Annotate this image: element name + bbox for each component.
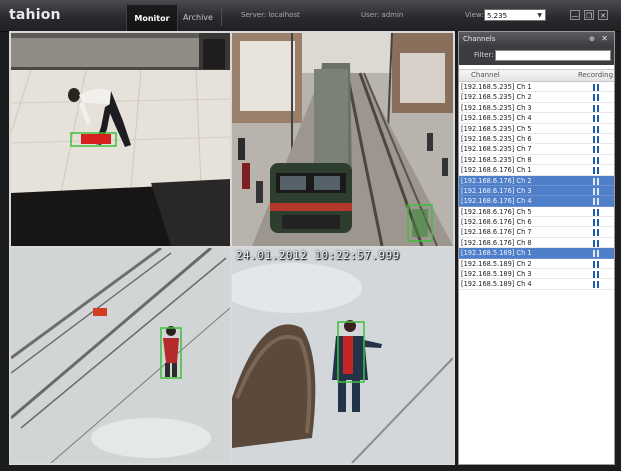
channel-label: [192.168.6.176] Ch 1 — [461, 166, 532, 175]
channel-label: [192.168.6.176] Ch 5 — [461, 207, 532, 216]
camera-view-1[interactable] — [11, 33, 230, 246]
channel-row[interactable]: [192.168.5.235] Ch 2 — [459, 92, 614, 103]
tab-monitor[interactable]: Monitor — [126, 4, 178, 32]
recording-bars-icon[interactable] — [593, 156, 600, 164]
channels-panel-header: Channels ⊕ ✕ — [459, 32, 614, 46]
channel-row[interactable]: [192.168.6.176] Ch 1 — [459, 165, 614, 176]
channel-row[interactable]: [192.168.5.235] Ch 7 — [459, 144, 614, 155]
camera-3-scene — [11, 248, 230, 463]
recording-bars-icon[interactable] — [593, 177, 600, 185]
column-channel[interactable]: Channel — [471, 71, 500, 79]
channel-label: [192.168.6.176] Ch 7 — [461, 228, 532, 237]
camera-2-scene — [232, 33, 453, 246]
close-icon[interactable]: ✕ — [601, 32, 608, 46]
channel-label: [192.168.6.176] Ch 3 — [461, 186, 532, 195]
minimize-button[interactable]: — — [570, 10, 580, 20]
camera-timestamp: 24.01.2012 10:22:57.999 — [236, 249, 400, 262]
channel-row[interactable]: [192.168.5.189] Ch 4 — [459, 279, 614, 290]
channel-row[interactable]: [192.168.6.176] Ch 8 — [459, 238, 614, 249]
recording-bars-icon[interactable] — [593, 281, 600, 289]
recording-bars-icon[interactable] — [593, 198, 600, 206]
channel-label: [192.168.5.235] Ch 7 — [461, 145, 532, 154]
channel-row[interactable]: [192.168.6.176] Ch 7 — [459, 227, 614, 238]
recording-bars-icon[interactable] — [593, 187, 600, 195]
recording-bars-icon[interactable] — [593, 219, 600, 227]
channel-row[interactable]: [192.168.5.189] Ch 1 — [459, 248, 614, 259]
app-logo: tahion — [9, 7, 61, 23]
channel-row[interactable]: [192.168.5.235] Ch 6 — [459, 134, 614, 145]
tab-archive[interactable]: Archive — [178, 4, 218, 31]
recording-bars-icon[interactable] — [593, 84, 600, 91]
filter-label: Filter: — [474, 51, 494, 59]
filter-row: Filter: — [459, 46, 614, 65]
user-info: User: admin — [361, 11, 404, 19]
recording-bars-icon[interactable] — [593, 250, 600, 258]
channel-label: [192.168.5.189] Ch 2 — [461, 259, 532, 268]
channel-row[interactable]: [192.168.6.176] Ch 4 — [459, 196, 614, 207]
channel-row[interactable]: [192.168.5.235] Ch 3 — [459, 103, 614, 114]
channel-row[interactable]: [192.168.6.176] Ch 5 — [459, 207, 614, 218]
restore-button[interactable]: ❐ — [584, 10, 594, 20]
recording-bars-icon[interactable] — [593, 115, 600, 123]
recording-bars-icon[interactable] — [593, 104, 600, 112]
channel-row[interactable]: [192.168.5.235] Ch 8 — [459, 155, 614, 166]
channel-label: [192.168.5.189] Ch 3 — [461, 270, 532, 279]
camera-4-scene — [232, 248, 453, 463]
channel-row[interactable]: [192.168.6.176] Ch 3 — [459, 185, 614, 197]
recording-bars-icon[interactable] — [593, 229, 600, 237]
recording-bars-icon[interactable] — [593, 239, 600, 247]
channel-row[interactable]: [192.168.5.235] Ch 5 — [459, 124, 614, 134]
recording-bars-icon[interactable] — [593, 125, 600, 133]
channel-label: [192.168.6.176] Ch 4 — [461, 197, 532, 206]
camera-grid: 24.01.2012 10:22:57.999 — [9, 31, 455, 465]
channel-row[interactable]: [192.168.5.189] Ch 3 — [459, 269, 614, 280]
top-bar: tahion Monitor Archive Server: localhost… — [0, 0, 621, 32]
channel-label: [192.168.5.235] Ch 1 — [461, 83, 532, 91]
channel-list: [192.168.5.235] Ch 1 [192.168.5.235] Ch 2… — [459, 82, 614, 290]
column-recording[interactable]: Recording — [578, 71, 613, 79]
filter-input[interactable] — [495, 50, 611, 61]
channel-label: [192.168.5.235] Ch 4 — [461, 114, 532, 123]
chevron-down-icon: ▼ — [537, 12, 542, 19]
server-info: Server: localhost — [241, 11, 300, 19]
close-button[interactable]: ✕ — [598, 10, 608, 20]
channels-panel-title: Channels — [463, 35, 496, 43]
channel-label: [192.168.6.176] Ch 8 — [461, 238, 532, 247]
divider — [221, 8, 222, 26]
channel-row[interactable]: [192.168.5.235] Ch 1 — [459, 82, 614, 93]
channel-label: [192.168.6.176] Ch 6 — [461, 218, 532, 227]
channels-panel: Channels ⊕ ✕ Filter: Channel Recording [… — [458, 31, 615, 465]
channel-row[interactable]: [192.168.5.189] Ch 2 — [459, 259, 614, 270]
channel-list-header: Channel Recording — [459, 69, 614, 82]
channel-row[interactable]: [192.168.5.235] Ch 4 — [459, 113, 614, 124]
channel-label: [192.168.5.235] Ch 5 — [461, 124, 532, 133]
recording-bars-icon[interactable] — [593, 167, 600, 175]
channel-label: [192.168.5.235] Ch 6 — [461, 134, 532, 143]
recording-bars-icon[interactable] — [593, 260, 600, 268]
channel-row[interactable]: [192.168.6.176] Ch 2 — [459, 175, 614, 186]
view-select-value: 5.235 — [487, 12, 508, 20]
view-select[interactable]: 5.235 ▼ — [484, 9, 546, 21]
recording-bars-icon[interactable] — [593, 271, 600, 279]
pin-icon[interactable]: ⊕ — [589, 32, 595, 46]
channel-label: [192.168.5.235] Ch 3 — [461, 103, 532, 112]
camera-view-4[interactable]: 24.01.2012 10:22:57.999 — [232, 248, 453, 463]
channel-row[interactable]: [192.168.6.176] Ch 6 — [459, 217, 614, 228]
recording-bars-icon[interactable] — [593, 146, 600, 154]
recording-bars-icon[interactable] — [593, 135, 600, 143]
channel-label: [192.168.5.189] Ch 1 — [461, 249, 532, 258]
recording-bars-icon[interactable] — [593, 94, 600, 102]
app-window: tahion Monitor Archive Server: localhost… — [0, 0, 621, 471]
camera-view-2[interactable] — [232, 33, 453, 246]
channel-label: [192.168.5.189] Ch 4 — [461, 280, 532, 289]
view-label: View: — [465, 11, 484, 19]
camera-1-scene — [11, 33, 230, 246]
channel-label: [192.168.5.235] Ch 2 — [461, 93, 532, 102]
recording-bars-icon[interactable] — [593, 208, 600, 216]
camera-view-3[interactable] — [11, 248, 230, 463]
channel-label: [192.168.6.176] Ch 2 — [461, 176, 532, 185]
channel-label: [192.168.5.235] Ch 8 — [461, 155, 532, 164]
